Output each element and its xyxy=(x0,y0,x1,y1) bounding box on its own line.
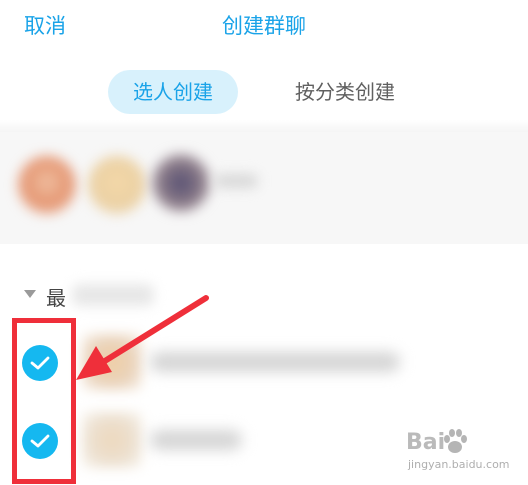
watermark-logo-text: Bai xyxy=(406,430,446,455)
annotation-arrow xyxy=(76,295,209,380)
watermark-url: jingyan.baidu.com xyxy=(408,458,510,471)
baidu-paw-icon xyxy=(444,429,467,453)
